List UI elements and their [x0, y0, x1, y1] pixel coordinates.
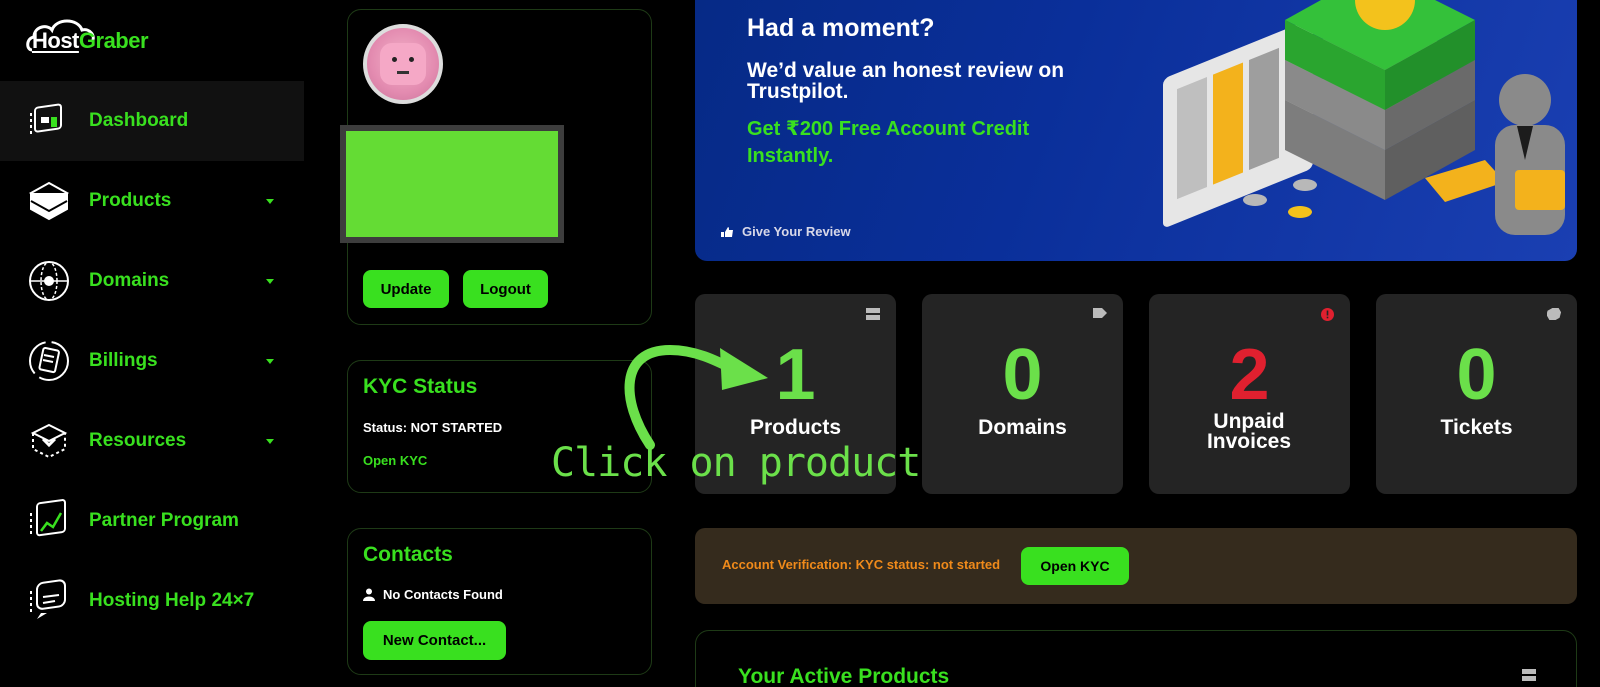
avatar[interactable]	[363, 24, 443, 104]
server-icon	[866, 308, 880, 320]
stat-value: 2	[1229, 335, 1270, 415]
sidebar-item-products[interactable]: Products	[0, 161, 304, 241]
tag-icon	[1093, 308, 1107, 318]
stat-card-tickets[interactable]: 0 Tickets	[1376, 294, 1577, 494]
sidebar-item-label: Resources	[89, 430, 187, 451]
annotation-click-on-product: Click on product	[551, 440, 921, 486]
sidebar-item-partner-program[interactable]: Partner Program	[0, 481, 304, 561]
no-contacts-text: No Contacts Found	[383, 587, 503, 602]
sidebar-item-domains[interactable]: Domains	[0, 241, 304, 321]
help-chat-icon	[26, 578, 72, 624]
hand-icon	[721, 226, 733, 237]
banner-offer: Get ₹200 Free Account Credit Instantly.	[747, 118, 1030, 167]
sidebar-nav: Dashboard Products Domains Billings Reso…	[0, 81, 304, 641]
stat-value: 0	[1456, 335, 1497, 415]
active-products-card: Your Active Products	[695, 630, 1577, 687]
redacted-user-details	[340, 125, 564, 243]
sidebar-item-hosting-help[interactable]: Hosting Help 24×7	[0, 561, 304, 641]
alert-text: Account Verification: KYC status: not st…	[722, 557, 1001, 572]
ticket-icon	[1547, 308, 1561, 320]
user-icon	[363, 588, 375, 601]
servers-money-illustration	[1163, 0, 1565, 235]
sidebar-item-billings[interactable]: Billings	[0, 321, 304, 401]
sidebar: HostGraber Dashboard Products Domains Bi…	[0, 0, 304, 687]
logout-button[interactable]: Logout	[463, 270, 548, 308]
contacts-card: Contacts No Contacts Found New Contact..…	[347, 528, 652, 675]
avatar-mouth	[397, 71, 409, 74]
stat-value: 0	[1002, 335, 1043, 415]
globe-icon	[26, 258, 72, 304]
chevron-down-icon	[266, 358, 274, 364]
kyc-title: KYC Status	[363, 375, 478, 398]
stat-label: Unpaid Invoices	[1206, 410, 1292, 453]
open-kyc-link[interactable]: Open KYC	[363, 453, 427, 468]
resources-box-icon	[26, 418, 72, 464]
kyc-status-text: Status: NOT STARTED	[363, 420, 503, 435]
stat-label: Tickets	[1440, 416, 1513, 439]
give-review-text: Give Your Review	[742, 224, 851, 239]
partner-chart-icon	[26, 498, 72, 544]
chevron-down-icon	[266, 278, 274, 284]
stat-label: Domains	[978, 416, 1067, 439]
billing-icon	[26, 338, 72, 384]
banner-heading: Had a moment?	[747, 14, 935, 42]
open-kyc-button[interactable]: Open KYC	[1021, 547, 1129, 585]
sidebar-item-label: Billings	[89, 350, 158, 371]
annotation-arrow-icon	[624, 344, 768, 450]
contacts-title: Contacts	[363, 543, 453, 566]
update-button[interactable]: Update	[363, 270, 449, 308]
sidebar-item-dashboard[interactable]: Dashboard	[0, 81, 304, 161]
avatar-eye	[409, 57, 414, 62]
server-icon	[1522, 669, 1536, 681]
dashboard-icon	[26, 98, 72, 144]
trustpilot-review-banner[interactable]: Had a moment? We’d value an honest revie…	[695, 0, 1577, 261]
no-contacts-message: No Contacts Found	[363, 587, 503, 602]
logo-host-text: Host	[32, 28, 79, 53]
products-box-icon	[26, 178, 72, 224]
stat-card-domains[interactable]: 0 Domains	[922, 294, 1123, 494]
logo-graber-text: Graber	[78, 28, 149, 53]
chevron-down-icon	[266, 198, 274, 204]
sidebar-item-label: Products	[89, 190, 172, 211]
profile-card: Update Logout	[340, 9, 652, 325]
give-review-link[interactable]: Give Your Review	[720, 224, 851, 239]
kyc-verification-alert: Account Verification: KYC status: not st…	[695, 528, 1577, 604]
sidebar-item-resources[interactable]: Resources	[0, 401, 304, 481]
sidebar-item-label: Domains	[89, 270, 170, 291]
avatar-eye	[392, 57, 397, 62]
sidebar-item-label: Hosting Help 24×7	[89, 590, 255, 611]
stat-card-unpaid-invoices[interactable]: 2 Unpaid Invoices	[1149, 294, 1350, 494]
sidebar-item-label: Dashboard	[89, 110, 189, 131]
chevron-down-icon	[266, 438, 274, 444]
banner-subheading: We’d value an honest review on Trustpilo…	[747, 59, 1065, 103]
alert-icon	[1321, 308, 1334, 321]
sidebar-item-label: Partner Program	[89, 510, 239, 531]
active-products-title: Your Active Products	[738, 665, 950, 687]
hostgraber-logo[interactable]: HostGraber	[26, 12, 149, 58]
new-contact-button[interactable]: New Contact...	[363, 621, 506, 660]
